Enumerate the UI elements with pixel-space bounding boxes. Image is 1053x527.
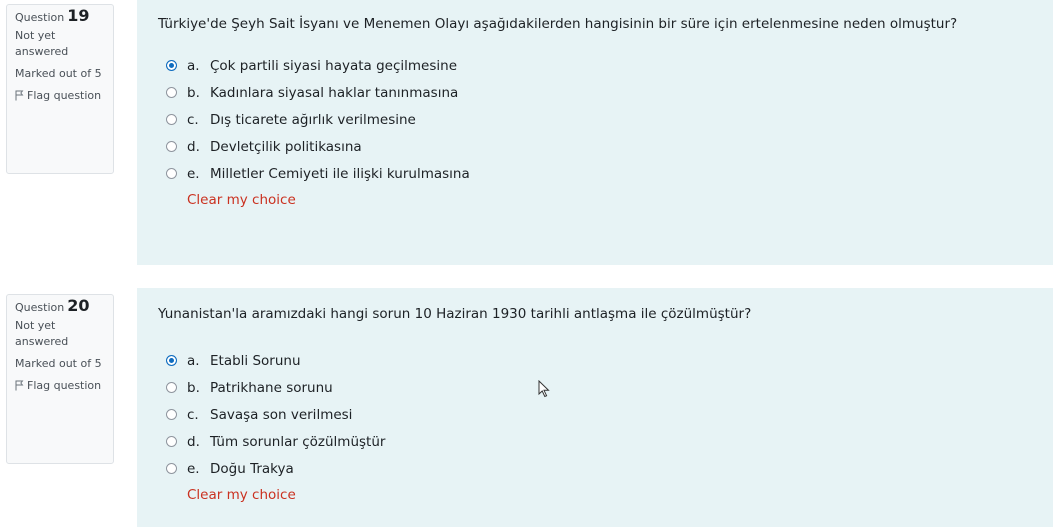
answer-option-c[interactable]: c. Savaşa son verilmesi (166, 401, 1033, 428)
flag-question-link[interactable]: Flag question (15, 378, 106, 394)
question-text: Türkiye'de Şeyh Sait İsyanı ve Menemen O… (158, 16, 958, 32)
answer-text[interactable]: Doğu Trakya (210, 461, 294, 477)
answer-letter: a. (187, 57, 200, 74)
mouse-cursor-icon (538, 379, 552, 398)
question-info: Question 19 Not yet answered Marked out … (6, 4, 114, 174)
question-state: Not yet answered (15, 319, 69, 348)
answer-letter: b. (187, 379, 200, 396)
radio-button[interactable] (166, 60, 177, 71)
flag-icon[interactable] (15, 380, 24, 391)
question-info: Question 20 Not yet answered Marked out … (6, 294, 114, 464)
clear-choice-link[interactable]: Clear my choice (187, 192, 296, 208)
answer-text[interactable]: Etabli Sorunu (210, 353, 301, 369)
answer-text[interactable]: Çok partili siyasi hayata geçilmesine (210, 58, 457, 74)
answer-letter: e. (187, 460, 200, 477)
answer-option-e[interactable]: e. Doğu Trakya (166, 455, 1033, 482)
question-content: Türkiye'de Şeyh Sait İsyanı ve Menemen O… (137, 0, 1053, 265)
flag-label[interactable]: Flag question (27, 88, 101, 104)
answer-option-b[interactable]: b. Kadınlara siyasal haklar tanınmasına (166, 79, 1033, 106)
question-grade: Marked out of 5 (15, 67, 102, 80)
question-19: Question 19 Not yet answered Marked out … (0, 0, 1053, 265)
question-20: Question 20 Not yet answered Marked out … (0, 288, 1053, 527)
answer-text[interactable]: Dış ticarete ağırlık verilmesine (210, 112, 416, 128)
answer-letter: c. (187, 111, 199, 128)
radio-button[interactable] (166, 409, 177, 420)
radio-button[interactable] (166, 382, 177, 393)
answer-option-d[interactable]: d. Tüm sorunlar çözülmüştür (166, 428, 1033, 455)
answer-letter: e. (187, 165, 200, 182)
question-grade: Marked out of 5 (15, 357, 102, 370)
answer-text[interactable]: Savaşa son verilmesi (210, 407, 352, 423)
question-label: Question (15, 301, 65, 314)
answer-option-d[interactable]: d. Devletçilik politikasına (166, 133, 1033, 160)
radio-button[interactable] (166, 463, 177, 474)
answer-option-e[interactable]: e. Milletler Cemiyeti ile ilişki kurulma… (166, 160, 1033, 187)
question-text: Yunanistan'la aramızdaki hangi sorun 10 … (158, 306, 752, 322)
answer-text[interactable]: Kadınlara siyasal haklar tanınmasına (210, 85, 458, 101)
answer-option-b[interactable]: b. Patrikhane sorunu (166, 374, 1033, 401)
answer-letter: d. (187, 138, 200, 155)
answer-letter: d. (187, 433, 200, 450)
answer-text[interactable]: Milletler Cemiyeti ile ilişki kurulmasın… (210, 166, 470, 182)
radio-button[interactable] (166, 355, 177, 366)
answer-list: a. Çok partili siyasi hayata geçilmesine… (166, 52, 1033, 187)
radio-button[interactable] (166, 436, 177, 447)
answer-text[interactable]: Patrikhane sorunu (210, 380, 333, 396)
radio-button[interactable] (166, 141, 177, 152)
radio-button[interactable] (166, 114, 177, 125)
answer-letter: b. (187, 84, 200, 101)
answer-text[interactable]: Devletçilik politikasına (210, 139, 362, 155)
question-number: 20 (67, 296, 90, 315)
clear-choice-link[interactable]: Clear my choice (187, 487, 296, 503)
radio-button[interactable] (166, 87, 177, 98)
flag-question-link[interactable]: Flag question (15, 88, 106, 104)
question-number: 19 (67, 6, 90, 25)
answer-option-a[interactable]: a. Çok partili siyasi hayata geçilmesine (166, 52, 1033, 79)
flag-label[interactable]: Flag question (27, 378, 101, 394)
answer-letter: a. (187, 352, 200, 369)
answer-option-c[interactable]: c. Dış ticarete ağırlık verilmesine (166, 106, 1033, 133)
question-content: Yunanistan'la aramızdaki hangi sorun 10 … (137, 288, 1053, 527)
answer-list: a. Etabli Sorunu b. Patrikhane sorunu c.… (166, 347, 1033, 482)
radio-button[interactable] (166, 168, 177, 179)
answer-text[interactable]: Tüm sorunlar çözülmüştür (210, 434, 385, 450)
answer-option-a[interactable]: a. Etabli Sorunu (166, 347, 1033, 374)
flag-icon[interactable] (15, 90, 24, 101)
question-state: Not yet answered (15, 29, 69, 58)
answer-letter: c. (187, 406, 199, 423)
question-label: Question (15, 11, 65, 24)
